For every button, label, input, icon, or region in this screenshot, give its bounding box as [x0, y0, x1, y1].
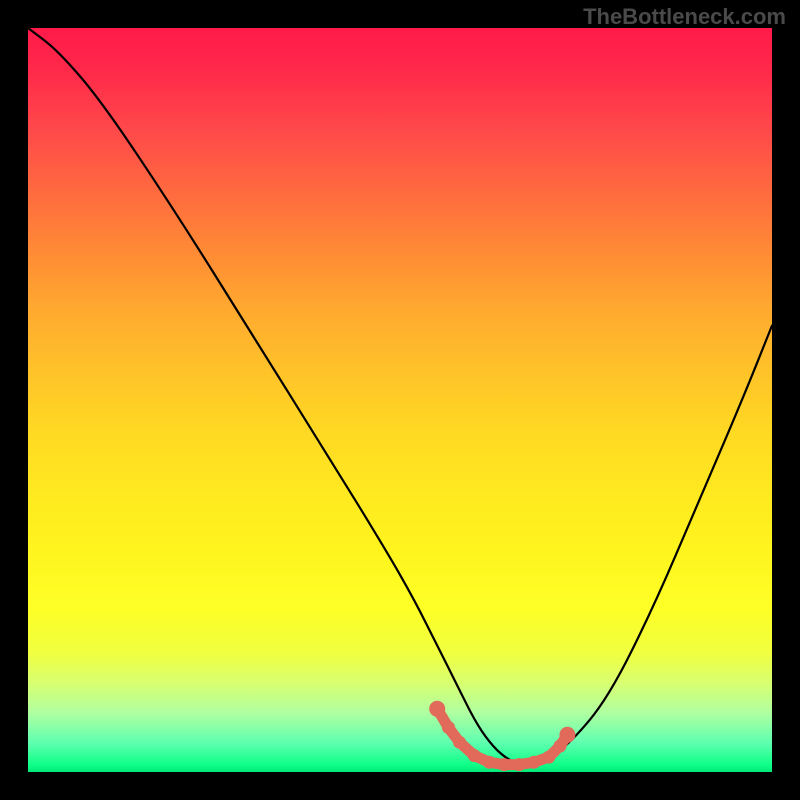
highlight-marker	[453, 736, 466, 749]
highlight-markers	[429, 701, 575, 771]
bottleneck-curve	[28, 28, 772, 765]
highlight-marker	[559, 727, 575, 743]
highlight-marker	[442, 721, 455, 734]
watermark-text: TheBottleneck.com	[583, 4, 786, 30]
highlight-marker	[468, 749, 481, 762]
highlight-marker	[527, 756, 540, 769]
highlight-marker	[542, 751, 555, 764]
highlight-marker	[429, 701, 445, 717]
highlight-marker	[498, 758, 511, 771]
highlight-marker	[513, 758, 526, 771]
chart-plot-area	[28, 28, 772, 772]
chart-svg-layer	[28, 28, 772, 772]
highlight-marker	[483, 756, 496, 769]
